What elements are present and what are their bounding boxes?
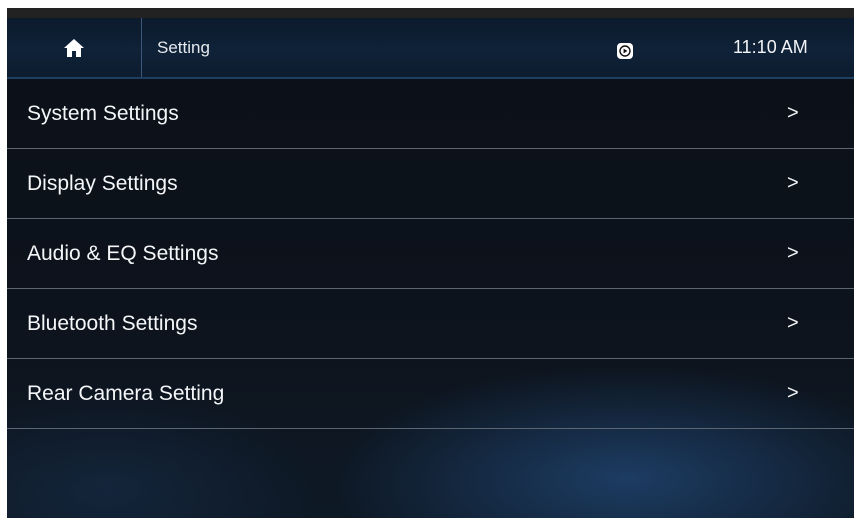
page-title: Setting <box>157 38 210 57</box>
head-unit-screen: Setting 11:10 AM System Settings > Displ… <box>7 8 854 518</box>
menu-item-system-settings[interactable]: System Settings > <box>7 79 854 149</box>
menu-item-label: Bluetooth Settings <box>27 312 198 335</box>
menu-item-display-settings[interactable]: Display Settings > <box>7 149 854 219</box>
menu-item-audio-eq-settings[interactable]: Audio & EQ Settings > <box>7 219 854 289</box>
chevron-right-icon: > <box>787 312 799 334</box>
chevron-right-icon: > <box>787 242 799 264</box>
header-divider <box>141 18 142 77</box>
settings-menu: System Settings > Display Settings > Aud… <box>7 79 854 429</box>
chevron-right-icon: > <box>787 102 799 124</box>
clock: 11:10 AM <box>733 37 808 57</box>
carplay-icon[interactable] <box>616 42 634 60</box>
menu-item-label: Rear Camera Setting <box>27 382 225 405</box>
home-icon <box>64 38 84 57</box>
chevron-right-icon: > <box>787 172 799 194</box>
home-button[interactable] <box>7 18 141 77</box>
menu-item-bluetooth-settings[interactable]: Bluetooth Settings > <box>7 289 854 359</box>
menu-item-label: System Settings <box>27 102 179 125</box>
menu-item-label: Display Settings <box>27 172 178 195</box>
top-strip <box>7 8 854 18</box>
chevron-right-icon: > <box>787 382 799 404</box>
menu-item-label: Audio & EQ Settings <box>27 242 219 265</box>
header-bar: Setting 11:10 AM <box>7 18 854 79</box>
menu-item-rear-camera-setting[interactable]: Rear Camera Setting > <box>7 359 854 429</box>
